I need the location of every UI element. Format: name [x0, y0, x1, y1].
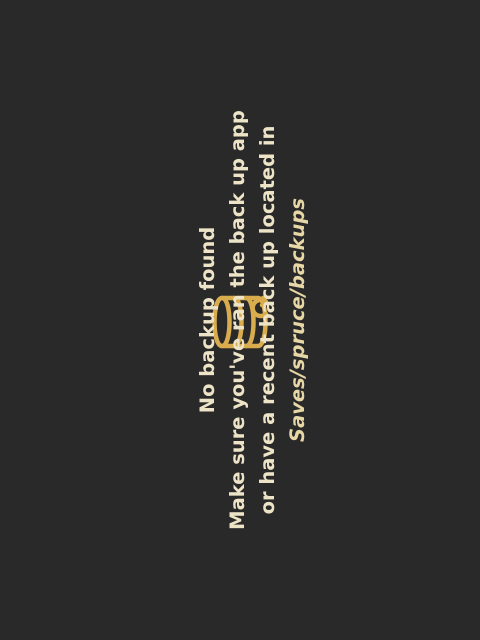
- no-backup-title: No backup found: [196, 226, 219, 414]
- instruction-line-1: Make sure you've ran the back up app: [226, 110, 249, 530]
- instruction-line-2: or have a recent back up located in: [256, 125, 279, 515]
- no-backup-screen: No backup found Make sure you've ran the…: [0, 0, 480, 640]
- backup-folder-path: Saves/spruce/backups: [286, 198, 309, 442]
- no-backup-message: No backup found Make sure you've ran the…: [167, 110, 313, 530]
